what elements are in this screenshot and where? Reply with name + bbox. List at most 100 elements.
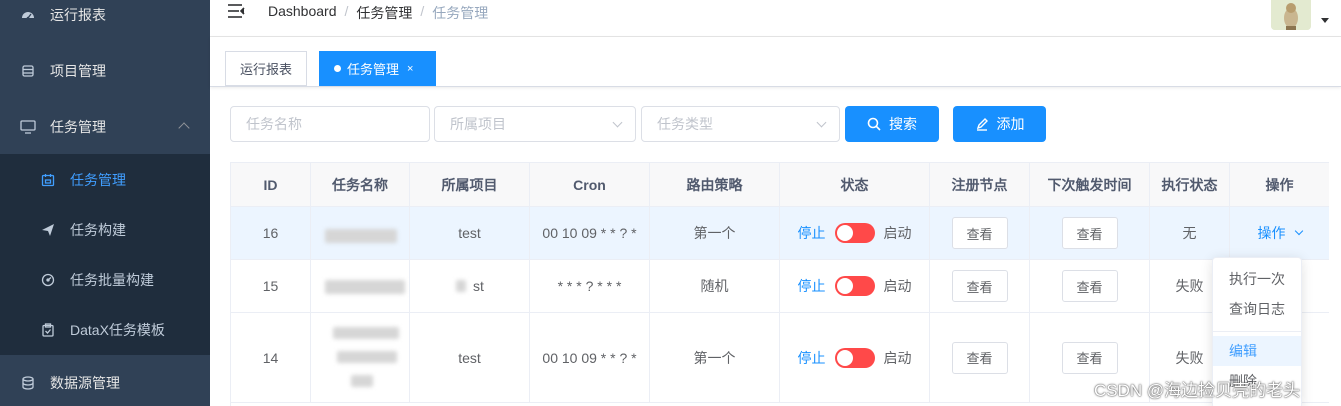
cell-cron: * * * ? * * * xyxy=(530,260,650,312)
operation-dropdown-trigger[interactable]: 操作 xyxy=(1258,223,1303,243)
sidebar-item-project[interactable]: 项目管理 xyxy=(0,46,210,96)
edit-icon xyxy=(976,118,988,131)
cell-status: 停止 启动 xyxy=(780,313,930,402)
cell-node: 查看 xyxy=(930,313,1030,402)
search-button-label: 搜索 xyxy=(889,116,917,132)
cell-route: 第一个 xyxy=(650,313,780,402)
header-operation: 操作 xyxy=(1230,163,1329,206)
add-button[interactable]: 添加 xyxy=(953,106,1046,142)
redacted-text xyxy=(351,375,373,387)
cell-next-trigger: 查看 xyxy=(1030,207,1150,259)
view-next-trigger-button[interactable]: 查看 xyxy=(1061,217,1118,249)
cell-node: 查看 xyxy=(930,260,1030,312)
breadcrumb-current: 任务管理 xyxy=(432,5,489,21)
redacted-text xyxy=(456,280,466,292)
header-route: 路由策略 xyxy=(650,163,780,206)
cell-cron: 00 10 09 * * ? * xyxy=(530,313,650,402)
header-next-trigger: 下次触发时间 xyxy=(1030,163,1150,206)
cell-cron: 00 10 09 * * ? * xyxy=(530,207,650,259)
cell-project: st xyxy=(410,260,530,312)
app-root: 运行报表 项目管理 任务管理 任务管理 任务构建 任务批量构建 DataX任务模… xyxy=(0,0,1341,406)
project-select[interactable]: 所属项目 xyxy=(434,106,636,142)
sidebar-item-label: 数据源管理 xyxy=(50,375,120,391)
cell-task-name xyxy=(311,260,410,312)
view-node-button[interactable]: 查看 xyxy=(951,270,1008,302)
cell-id: 15 xyxy=(231,260,311,312)
cell-exec-status: 无 xyxy=(1150,207,1230,259)
cell-task-name xyxy=(311,313,410,402)
breadcrumb: Dashboard / 任务管理 / 任务管理 xyxy=(268,3,496,23)
header-cron: Cron xyxy=(530,163,650,206)
caret-down-icon[interactable] xyxy=(1321,18,1329,23)
menu-item-run-once[interactable]: 执行一次 xyxy=(1213,264,1301,294)
sidebar-item-task-mgmt[interactable]: 任务管理 xyxy=(0,102,210,152)
cell-route: 第一个 xyxy=(650,207,780,259)
tag-task-mgmt[interactable]: 任务管理 × xyxy=(319,51,436,86)
cell-id: 16 xyxy=(231,207,311,259)
task-table: ID 任务名称 所属项目 Cron 路由策略 状态 注册节点 下次触发时间 执行… xyxy=(230,162,1329,406)
cell-operation: 操作 xyxy=(1230,207,1329,259)
search-button[interactable]: 搜索 xyxy=(845,106,939,142)
clipboard-icon xyxy=(40,322,56,338)
menu-divider xyxy=(1213,331,1301,332)
redacted-text xyxy=(325,229,397,243)
tags-view: 运行报表 任务管理 × xyxy=(210,37,1341,87)
breadcrumb-task-mgmt: 任务管理 xyxy=(356,5,413,21)
sidebar-item-label: 任务构建 xyxy=(70,222,126,238)
sidebar-item-datax-template[interactable]: DataX任务模板 xyxy=(0,305,210,355)
header-node: 注册节点 xyxy=(930,163,1030,206)
chevron-down-icon xyxy=(1294,226,1303,236)
dashboard-icon xyxy=(20,7,36,23)
chevron-down-icon xyxy=(612,117,623,128)
view-node-button[interactable]: 查看 xyxy=(951,341,1008,374)
menu-item-query-log[interactable]: 查询日志 xyxy=(1213,294,1301,324)
cell-node: 查看 xyxy=(930,207,1030,259)
project-text: st xyxy=(473,278,484,294)
sidebar-item-task-batch-build[interactable]: 任务批量构建 xyxy=(0,255,210,305)
breadcrumb-dashboard[interactable]: Dashboard xyxy=(268,3,337,23)
view-next-trigger-button[interactable]: 查看 xyxy=(1061,341,1118,374)
tag-run-report[interactable]: 运行报表 xyxy=(225,51,308,86)
hamburger-menu-icon[interactable] xyxy=(227,3,245,19)
cell-route: 随机 xyxy=(650,260,780,312)
sidebar-item-task-build[interactable]: 任务构建 xyxy=(0,205,210,255)
active-dot-icon xyxy=(334,65,341,72)
sidebar-item-label: 运行报表 xyxy=(50,7,106,23)
avatar[interactable] xyxy=(1271,0,1311,30)
table-header: ID 任务名称 所属项目 Cron 路由策略 状态 注册节点 下次触发时间 执行… xyxy=(231,163,1329,207)
header-status: 状态 xyxy=(780,163,930,206)
tag-label: 运行报表 xyxy=(240,62,293,77)
add-button-label: 添加 xyxy=(996,116,1025,132)
status-switch[interactable] xyxy=(834,347,875,368)
task-name-input[interactable]: 任务名称 xyxy=(230,106,430,142)
header-exec-status: 执行状态 xyxy=(1150,163,1230,206)
watermark: CSDN @海边捡贝壳的老头 xyxy=(1094,381,1301,400)
table-row[interactable]: 15 st * * * ? * * * 随机 停止 启动 查看 查看 失败 xyxy=(231,260,1329,313)
task-type-select[interactable]: 任务类型 xyxy=(641,106,840,142)
chevron-up-icon xyxy=(178,122,190,134)
sidebar: 运行报表 项目管理 任务管理 任务管理 任务构建 任务批量构建 DataX任务模… xyxy=(0,0,210,406)
database-icon xyxy=(20,63,36,79)
start-label: 启动 xyxy=(883,349,912,366)
sidebar-item-task-manage[interactable]: 任务管理 xyxy=(0,155,210,205)
menu-item-edit[interactable]: 编辑 xyxy=(1213,336,1301,366)
sidebar-item-label: 任务管理 xyxy=(50,119,106,135)
close-icon[interactable]: × xyxy=(407,63,413,75)
project-placeholder: 所属项目 xyxy=(450,116,506,132)
sidebar-item-label: 任务批量构建 xyxy=(70,272,154,288)
stop-label: 停止 xyxy=(797,349,826,366)
cell-project: test xyxy=(410,313,530,402)
start-label: 启动 xyxy=(883,278,912,294)
sidebar-item-datasource[interactable]: 数据源管理 xyxy=(0,358,210,406)
view-node-button[interactable]: 查看 xyxy=(951,217,1008,249)
cell-next-trigger: 查看 xyxy=(1030,260,1150,312)
status-switch[interactable] xyxy=(834,276,875,296)
breadcrumb-separator: / xyxy=(420,3,425,19)
status-switch[interactable] xyxy=(834,223,875,243)
task-type-placeholder: 任务类型 xyxy=(657,116,713,132)
chevron-down-icon xyxy=(816,117,827,128)
sidebar-item-run-report[interactable]: 运行报表 xyxy=(0,0,210,40)
table-row[interactable]: 16 test 00 10 09 * * ? * 第一个 停止 启动 查看 查看… xyxy=(231,207,1329,260)
header-id: ID xyxy=(231,163,311,206)
view-next-trigger-button[interactable]: 查看 xyxy=(1061,270,1118,302)
